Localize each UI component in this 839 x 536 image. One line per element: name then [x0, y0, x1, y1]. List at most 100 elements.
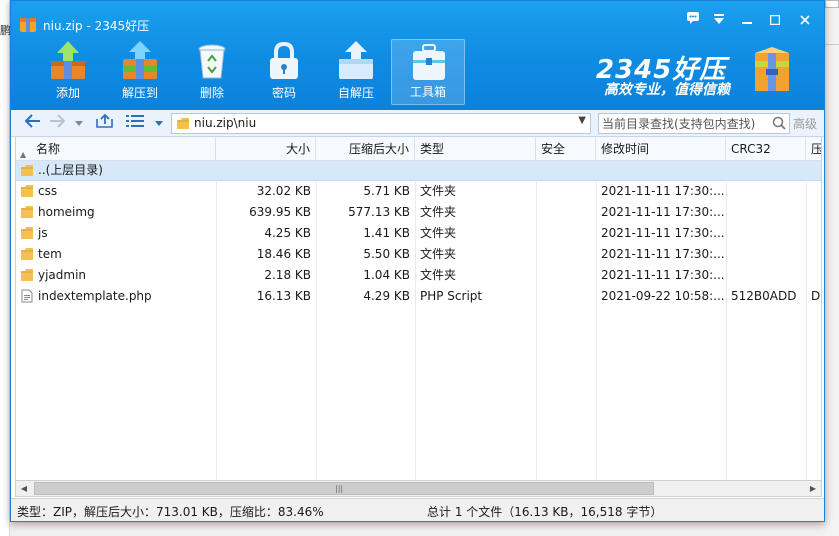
file-size-cell: 639.95 KB — [249, 205, 311, 219]
file-row[interactable]: tem 18.46 KB 5.50 KB 文件夹 2021-11-11 17:30:..… — [16, 244, 821, 265]
background-window-left: 鹏 — [0, 0, 11, 536]
file-row[interactable]: homeimg 639.95 KB 577.13 KB 文件夹 2021-11-11 1… — [16, 202, 821, 223]
column-size-label: 大小 — [285, 142, 310, 156]
scroll-grip-icon: ||| — [335, 484, 344, 493]
file-type-cell: 文件夹 — [420, 268, 457, 282]
background-window-right — [825, 0, 839, 536]
column-crc32[interactable]: CRC32 — [726, 137, 806, 161]
self-extract-icon — [339, 41, 373, 79]
scroll-right-button[interactable]: ▶ — [805, 481, 821, 496]
title-bar[interactable]: niu.zip - 2345好压 — [11, 1, 824, 35]
file-crc-cell — [726, 265, 806, 286]
file-packed-cell: 5.50 KB — [363, 247, 410, 261]
brand-logo: 2345好压 高效专业，值得信赖 — [596, 49, 730, 98]
file-type-cell: 文件夹 — [420, 205, 457, 219]
column-extra[interactable]: 压 — [806, 137, 822, 161]
file-modified-cell: 2021-11-11 17:30:... — [601, 268, 725, 282]
status-total-info: 总计 1 个文件（16.13 KB，16,518 字节） — [427, 505, 663, 519]
column-modified-label: 修改时间 — [601, 142, 650, 156]
file-list: ▲ 名称 大小 压缩后大小 类型 安全 修改时间 CRC32 压 ..(上层目录… — [15, 137, 822, 480]
window-title: niu.zip - 2345好压 — [43, 19, 150, 33]
column-security[interactable]: 安全 — [536, 137, 596, 161]
file-extra-cell — [806, 265, 821, 286]
up-folder-button[interactable] — [95, 113, 115, 132]
search-icon[interactable] — [772, 116, 786, 130]
self-extract-button[interactable]: 自解压 — [319, 39, 393, 105]
close-button[interactable] — [793, 11, 817, 31]
file-size-cell: 18.46 KB — [256, 247, 311, 261]
advanced-search-link[interactable]: 高级 — [793, 115, 817, 132]
file-packed-cell: 1.41 KB — [363, 226, 410, 240]
search-box — [598, 113, 790, 134]
file-name-cell: indextemplate.php — [38, 289, 152, 303]
file-type-cell: PHP Script — [420, 289, 483, 303]
password-button[interactable]: 密码 — [247, 39, 321, 105]
column-size[interactable]: 大小 — [216, 137, 316, 161]
scroll-thumb[interactable]: ||| — [34, 482, 654, 495]
path-field[interactable]: niu.zip\niu ▼ — [171, 113, 591, 134]
column-extra-label: 压 — [811, 142, 822, 156]
title-toolbar-area: niu.zip - 2345好压 添加 解压到 删除 密码 自解压 工具箱 23… — [11, 1, 824, 110]
extract-to-button[interactable]: 解压到 — [103, 39, 177, 105]
horizontal-scrollbar[interactable]: ◀ ||| ▶ — [15, 480, 822, 497]
file-row[interactable]: js 4.25 KB 1.41 KB 文件夹 2021-11-11 17:30:... — [16, 223, 821, 244]
parent-directory-row[interactable]: ..(上层目录) — [16, 161, 821, 181]
add-label: 添加 — [55, 86, 80, 100]
file-crc-cell — [726, 223, 806, 244]
file-size-cell: 2.18 KB — [264, 268, 311, 282]
file-modified-cell: 2021-11-11 17:30:... — [601, 205, 725, 219]
file-row[interactable]: indextemplate.php 16.13 KB 4.29 KB PHP Scri… — [16, 286, 821, 307]
folder-icon — [177, 118, 189, 129]
back-button[interactable] — [23, 114, 43, 132]
self-extract-label: 自解压 — [337, 86, 374, 100]
view-dropdown-icon[interactable] — [149, 114, 169, 132]
file-size-cell: 16.13 KB — [256, 289, 311, 303]
file-row[interactable]: css 32.02 KB 5.71 KB 文件夹 2021-11-11 17:30:..… — [16, 181, 821, 202]
menu-dropdown-icon[interactable] — [707, 11, 731, 31]
column-packed-size[interactable]: 压缩后大小 — [316, 137, 415, 161]
column-header: ▲ 名称 大小 压缩后大小 类型 安全 修改时间 CRC32 压 — [16, 137, 821, 161]
path-dropdown-icon[interactable]: ▼ — [578, 115, 586, 126]
file-extra-cell: De — [811, 289, 821, 303]
file-name-cell: tem — [38, 247, 62, 261]
forward-dropdown-icon[interactable] — [69, 114, 89, 132]
file-extra-cell — [806, 244, 821, 265]
toolbox-icon — [413, 44, 445, 80]
folder-icon — [21, 248, 33, 260]
add-archive-icon — [51, 41, 85, 79]
minimize-button[interactable] — [735, 11, 759, 31]
sort-ascending-icon: ▲ — [20, 150, 27, 159]
column-packed-label: 压缩后大小 — [348, 142, 409, 156]
file-modified-cell: 2021-11-11 17:30:... — [601, 226, 725, 240]
file-extra-cell — [806, 181, 821, 202]
scroll-left-button[interactable]: ◀ — [16, 481, 32, 496]
view-mode-button[interactable] — [125, 114, 145, 132]
column-security-label: 安全 — [541, 142, 566, 156]
app-window: niu.zip - 2345好压 添加 解压到 删除 密码 自解压 工具箱 23… — [10, 0, 825, 522]
file-modified-cell: 2021-09-22 10:58:... — [601, 289, 725, 303]
folder-icon — [21, 165, 33, 176]
column-modified[interactable]: 修改时间 — [596, 137, 726, 161]
forward-button[interactable] — [47, 114, 67, 132]
feedback-icon[interactable] — [681, 11, 705, 31]
maximize-button[interactable] — [763, 11, 787, 31]
delete-button[interactable]: 删除 — [175, 39, 249, 105]
parent-directory-label: ..(上层目录) — [38, 163, 103, 177]
php-file-icon — [21, 289, 33, 303]
file-packed-cell: 1.04 KB — [363, 268, 410, 282]
search-input[interactable] — [602, 115, 767, 132]
file-size-cell: 4.25 KB — [264, 226, 311, 240]
toolbox-label: 工具箱 — [409, 85, 446, 99]
file-modified-cell: 2021-11-11 17:30:... — [601, 184, 725, 198]
column-type[interactable]: 类型 — [415, 137, 536, 161]
brand-slogan: 高效专业，值得信赖 — [604, 82, 730, 98]
column-name[interactable]: ▲ 名称 — [16, 137, 216, 161]
file-row[interactable]: yjadmin 2.18 KB 1.04 KB 文件夹 2021-11-11 17:30… — [16, 265, 821, 286]
toolbox-button[interactable]: 工具箱 — [391, 39, 465, 105]
folder-icon — [21, 227, 33, 239]
add-button[interactable]: 添加 — [31, 39, 105, 105]
extract-to-label: 解压到 — [121, 86, 158, 100]
file-crc-cell — [726, 181, 806, 202]
password-label: 密码 — [271, 86, 296, 100]
file-size-cell: 32.02 KB — [256, 184, 311, 198]
